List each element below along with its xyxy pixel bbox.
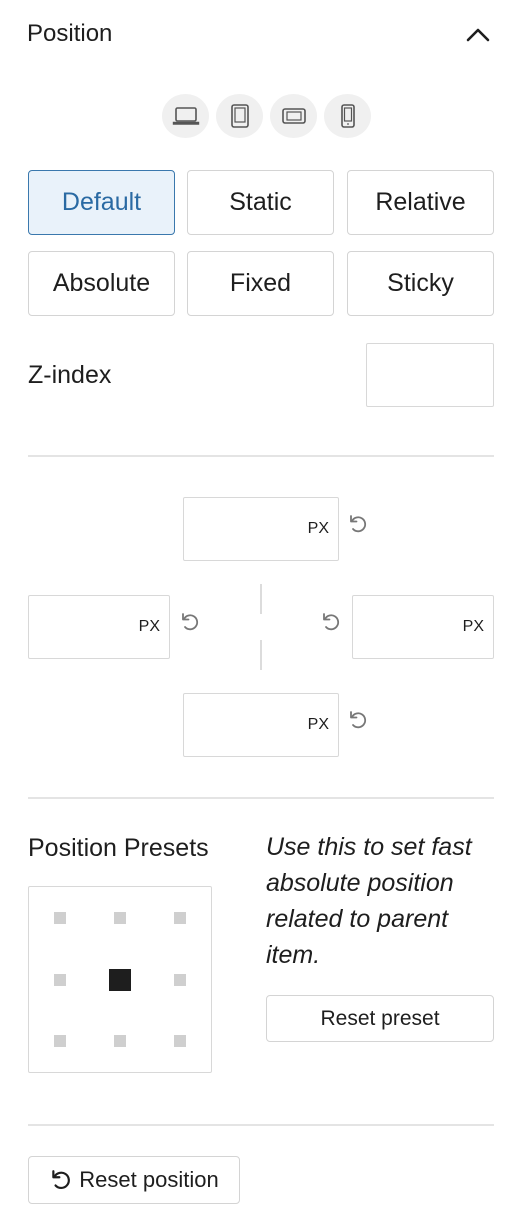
- center-divider-bottom: [260, 640, 262, 670]
- preset-bottom-left[interactable]: [54, 1035, 66, 1047]
- reset-position-label: Reset position: [79, 1167, 219, 1192]
- undo-icon: [182, 613, 199, 631]
- unit-label: PX: [462, 618, 484, 635]
- undo-icon: [52, 1170, 71, 1190]
- offset-left-input[interactable]: PX: [28, 595, 170, 659]
- reset-position-button[interactable]: Reset position: [28, 1156, 240, 1204]
- divider: [28, 797, 494, 799]
- preset-middle-right[interactable]: [174, 974, 186, 986]
- chevron-up-icon: [466, 28, 490, 42]
- reset-left-button[interactable]: [177, 609, 203, 635]
- zindex-label: Z-index: [28, 361, 112, 389]
- unit-label: PX: [307, 716, 329, 733]
- unit-label: PX: [138, 618, 160, 635]
- preset-middle-left[interactable]: [54, 974, 66, 986]
- offset-bottom-input[interactable]: PX: [183, 693, 339, 757]
- desktop-icon: [172, 107, 199, 125]
- mobile-icon: [340, 104, 355, 128]
- preset-top-left[interactable]: [54, 912, 66, 924]
- collapse-button[interactable]: [461, 18, 495, 52]
- presets-help-text: Use this to set fast absolute position r…: [266, 833, 472, 969]
- panel-header: Position: [27, 18, 495, 52]
- presets-label: Position Presets: [28, 834, 209, 862]
- device-desktop-button[interactable]: [162, 94, 209, 138]
- position-relative-button[interactable]: Relative: [347, 170, 494, 235]
- reset-preset-button[interactable]: Reset preset: [266, 995, 494, 1042]
- preset-top-center[interactable]: [114, 912, 126, 924]
- offset-right-input[interactable]: PX: [352, 595, 494, 659]
- offset-top-input[interactable]: PX: [183, 497, 339, 561]
- undo-icon: [323, 613, 340, 631]
- center-divider-top: [260, 584, 262, 614]
- undo-icon: [350, 711, 367, 729]
- preset-bottom-center[interactable]: [114, 1035, 126, 1047]
- divider: [28, 1124, 494, 1126]
- divider: [28, 455, 494, 457]
- zindex-input[interactable]: [366, 343, 494, 407]
- unit-label: PX: [307, 520, 329, 537]
- reset-right-button[interactable]: [318, 609, 344, 635]
- preset-top-right[interactable]: [174, 912, 186, 924]
- preset-bottom-right[interactable]: [174, 1035, 186, 1047]
- preset-center[interactable]: [109, 969, 131, 991]
- tablet-landscape-icon: [281, 108, 306, 124]
- position-default-button[interactable]: Default: [28, 170, 175, 235]
- reset-top-button[interactable]: [345, 511, 371, 537]
- undo-icon: [350, 515, 367, 533]
- device-tablet-landscape-button[interactable]: [270, 94, 317, 138]
- position-fixed-button[interactable]: Fixed: [187, 251, 334, 316]
- tablet-icon: [230, 104, 249, 128]
- position-absolute-button[interactable]: Absolute: [28, 251, 175, 316]
- position-sticky-button[interactable]: Sticky: [347, 251, 494, 316]
- position-static-button[interactable]: Static: [187, 170, 334, 235]
- device-tablet-button[interactable]: [216, 94, 263, 138]
- reset-bottom-button[interactable]: [345, 707, 371, 733]
- panel-title: Position: [27, 20, 113, 47]
- preset-grid: [28, 886, 212, 1073]
- device-switcher: [162, 94, 371, 138]
- device-mobile-button[interactable]: [324, 94, 371, 138]
